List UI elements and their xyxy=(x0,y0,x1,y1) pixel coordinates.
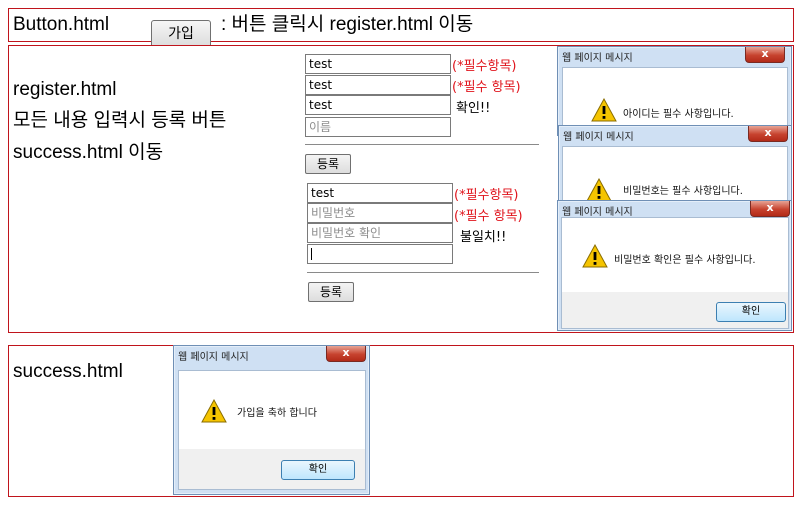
mismatch-note: 불일치!! xyxy=(460,230,507,245)
name-input[interactable]: 이름 xyxy=(305,117,451,137)
dialog-message: 가입을 축하 합니다 xyxy=(237,408,317,419)
confirm-note: 확인!! xyxy=(456,101,491,116)
close-icon[interactable]: x xyxy=(750,201,790,217)
dialog-body: 가입을 축하 합니다 확인 xyxy=(178,370,366,490)
close-icon[interactable]: x xyxy=(745,47,785,63)
dialog-message: 비밀번호 확인은 필수 사항입니다. xyxy=(614,255,756,266)
dialog-title: 웹 페이지 메시지 xyxy=(562,53,633,64)
warning-icon xyxy=(586,178,612,202)
id-input-2[interactable]: test xyxy=(307,183,453,203)
warning-icon xyxy=(201,399,227,423)
close-icon[interactable]: x xyxy=(748,126,788,142)
dialog-title: 웹 페이지 메시지 xyxy=(178,352,249,363)
success-section: success.html xyxy=(8,345,794,497)
dialog-title: 웹 페이지 메시지 xyxy=(562,207,633,218)
register-file-label: register.html xyxy=(13,79,117,100)
dialog-message: 아이디는 필수 사항입니다. xyxy=(623,109,734,120)
divider-1 xyxy=(305,144,539,145)
ok-button[interactable]: 확인 xyxy=(281,460,355,480)
warning-icon xyxy=(591,98,617,122)
ok-button[interactable]: 확인 xyxy=(716,302,786,322)
dialog-body: 비밀번호 확인은 필수 사항입니다. 확인 xyxy=(561,217,789,329)
text-cursor xyxy=(311,248,312,260)
register-target-label: success.html 이동 xyxy=(13,142,164,163)
warning-icon xyxy=(582,244,608,268)
dialog-footer: 확인 xyxy=(562,292,788,328)
register-button-1[interactable]: 등록 xyxy=(305,154,351,174)
button-description: : 버튼 클릭시 register.html 이동 xyxy=(221,14,474,35)
dialog-body: 아이디는 필수 사항입니다. xyxy=(562,67,788,133)
password-input-2[interactable]: 비밀번호 xyxy=(307,203,453,223)
dialog-title: 웹 페이지 메시지 xyxy=(563,132,634,143)
join-button[interactable]: 가입 xyxy=(151,20,211,48)
required-label-password-2: (*필수 항목) xyxy=(454,209,523,224)
close-icon[interactable]: x xyxy=(326,346,366,362)
register-description: 모든 내용 입력시 등록 버튼 xyxy=(13,110,227,131)
button-file-label: Button.html xyxy=(13,14,110,35)
button-section: Button.html 가입 : 버튼 클릭시 register.html 이동 xyxy=(8,8,794,48)
success-dialog: 웹 페이지 메시지 x 가입을 축하 합니다 확인 xyxy=(173,345,370,495)
dialog-message: 비밀번호는 필수 사항입니다. xyxy=(623,186,743,197)
required-label-password: (*필수 항목) xyxy=(452,80,521,95)
password-confirm-required-dialog: 웹 페이지 메시지 x 비밀번호 확인은 필수 사항입니다. 확인 xyxy=(557,200,792,331)
id-required-dialog: 웹 페이지 메시지 x 아이디는 필수 사항입니다. xyxy=(557,46,792,136)
required-label-id: (*필수항목) xyxy=(452,59,517,74)
required-label-id-2: (*필수항목) xyxy=(454,188,519,203)
dialog-body: 비밀번호는 필수 사항입니다. xyxy=(562,146,788,204)
password-required-dialog: 웹 페이지 메시지 x 비밀번호는 필수 사항입니다. xyxy=(558,125,792,205)
password-input[interactable]: test xyxy=(305,75,451,95)
password-confirm-input-2[interactable]: 비밀번호 확인 xyxy=(307,223,453,243)
id-input[interactable]: test xyxy=(305,54,451,74)
name-input-2[interactable] xyxy=(307,244,453,264)
success-file-label: success.html xyxy=(13,361,123,382)
divider-2 xyxy=(307,272,539,273)
register-button-2[interactable]: 등록 xyxy=(308,282,354,302)
dialog-footer: 확인 xyxy=(179,449,365,489)
password-confirm-input[interactable]: test xyxy=(305,95,451,115)
